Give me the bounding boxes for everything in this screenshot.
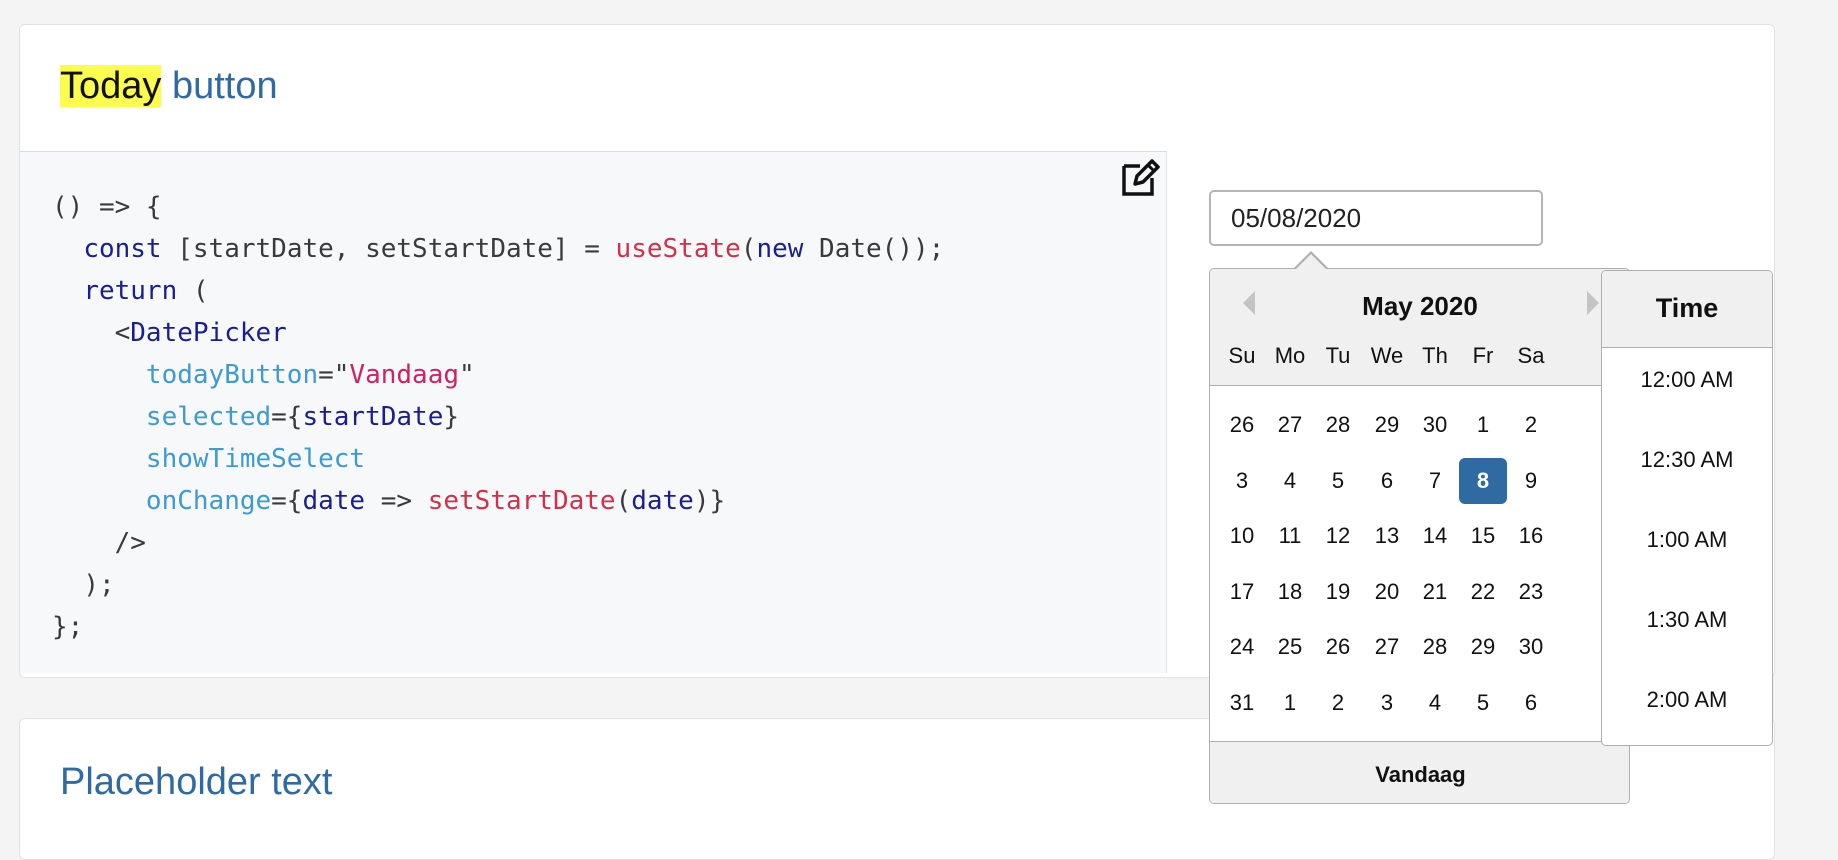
calendar-day[interactable]: 31 [1218,680,1266,726]
code-token: date [631,486,694,516]
calendar-day-selected[interactable]: 8 [1459,457,1507,504]
calendar-day[interactable]: 6 [1363,458,1411,504]
time-option[interactable]: 1:00 AM [1602,527,1772,553]
calendar-day[interactable]: 24 [1218,624,1266,670]
calendar-day[interactable]: 10 [1218,513,1266,559]
code-token: new [756,234,804,264]
calendar-day[interactable]: 19 [1314,569,1362,615]
today-button[interactable]: Vandaag [1210,762,1629,788]
code-token: startDate [302,402,444,432]
weekday-header: Sa [1517,343,1545,368]
calendar-day[interactable]: 15 [1459,513,1507,559]
code-token: selected [145,402,272,432]
title-rest: button [161,65,278,107]
calendar-day[interactable]: 21 [1411,569,1459,615]
code-token: =" [318,360,350,390]
time-option[interactable]: 1:30 AM [1602,607,1772,633]
calendar-day[interactable]: 30 [1507,624,1555,670]
calendar-month-title: May 2020 [1362,291,1478,321]
calendar-day[interactable]: 28 [1411,624,1459,670]
code-token: DatePicker [130,318,287,348]
time-select: Time 12:00 AM 12:30 AM 1:00 AM 1:30 AM 2:00 … [1601,270,1773,746]
code-token: => [365,486,428,516]
code-token: Date()); [803,234,945,264]
section-title-placeholder-text: Placeholder text [60,761,333,803]
calendar-day[interactable]: 2 [1507,402,1555,448]
calendar-day[interactable]: 4 [1411,680,1459,726]
calendar-day[interactable]: 23 [1507,569,1555,615]
calendar-day[interactable]: 25 [1266,624,1314,670]
calendar-day[interactable]: 18 [1266,569,1314,615]
code-line: () => { [52,192,162,222]
title-highlight: Today [60,65,162,107]
time-option[interactable]: 12:30 AM [1602,447,1772,473]
calendar-day[interactable]: 1 [1459,402,1507,448]
calendar-day[interactable]: 29 [1363,402,1411,448]
calendar-day[interactable]: 9 [1507,458,1555,504]
code-token: ( [177,276,209,306]
calendar-day[interactable]: 16 [1507,513,1555,559]
code-line: }; [52,612,84,642]
calendar-day[interactable]: 3 [1218,458,1266,504]
time-option[interactable]: 2:00 AM [1602,687,1772,713]
calendar-day[interactable]: 4 [1266,458,1314,504]
code-token: todayButton [145,360,319,390]
calendar-day[interactable]: 5 [1459,680,1507,726]
code-line: /> [114,528,146,558]
section-title-today-button: Today button [60,65,278,108]
edit-icon[interactable] [1118,156,1162,200]
calendar-footer: Vandaag [1210,741,1629,803]
code-token: showTimeSelect [145,444,366,474]
code-token: const [83,234,162,264]
calendar-day[interactable]: 6 [1507,680,1555,726]
calendar-day[interactable]: 3 [1363,680,1411,726]
date-input[interactable] [1209,190,1543,246]
code-token: setStartDate [427,486,616,516]
calendar-day[interactable]: 5 [1314,458,1362,504]
calendar-day[interactable]: 2 [1314,680,1362,726]
code-token: < [114,318,131,348]
calendar-day[interactable]: 26 [1314,624,1362,670]
code-token: [startDate, setStartDate] = [161,234,616,264]
calendar-day[interactable]: 28 [1314,402,1362,448]
calendar-day[interactable]: 1 [1266,680,1314,726]
code-token: useState [615,234,741,264]
calendar-header: May 2020 Su Mo Tu We Th Fr Sa [1210,269,1629,386]
code-token: } [443,402,460,432]
calendar-popup: May 2020 Su Mo Tu We Th Fr Sa 26 27 28 29 30 1 2 3 4 5 6… [1209,268,1630,804]
calendar-day[interactable]: 11 [1266,513,1314,559]
calendar-day[interactable]: 27 [1363,624,1411,670]
code-line: ); [83,570,115,600]
time-header: Time [1602,271,1772,348]
calendar-day[interactable]: 26 [1218,402,1266,448]
code-token: return [83,276,178,306]
code-block[interactable]: () => { const [startDate, setStartDate] … [52,186,944,648]
code-token: " [459,360,475,390]
calendar-day[interactable]: 12 [1314,513,1362,559]
calendar-day[interactable]: 7 [1411,458,1459,504]
calendar-day[interactable]: 13 [1363,513,1411,559]
chevron-right-icon[interactable] [1587,291,1599,315]
popup-arrow-inner [1295,254,1327,270]
time-option[interactable]: 12:00 AM [1602,367,1772,393]
code-token: ( [740,234,757,264]
calendar-day[interactable]: 27 [1266,402,1314,448]
code-token: date [302,486,366,516]
time-title: Time [1655,293,1719,323]
code-token: onChange [145,486,272,516]
code-token: Vandaag [349,360,459,390]
calendar-day[interactable]: 17 [1218,569,1266,615]
calendar-day[interactable]: 30 [1411,402,1459,448]
code-editor[interactable]: () => { const [startDate, setStartDate] … [20,151,1167,673]
code-token: ={ [271,402,303,432]
code-token: )} [693,486,726,516]
calendar-day[interactable]: 22 [1459,569,1507,615]
code-token: ={ [271,486,303,516]
calendar-day[interactable]: 14 [1411,513,1459,559]
calendar-day[interactable]: 20 [1363,569,1411,615]
calendar-day[interactable]: 29 [1459,624,1507,670]
code-token: ( [615,486,632,516]
